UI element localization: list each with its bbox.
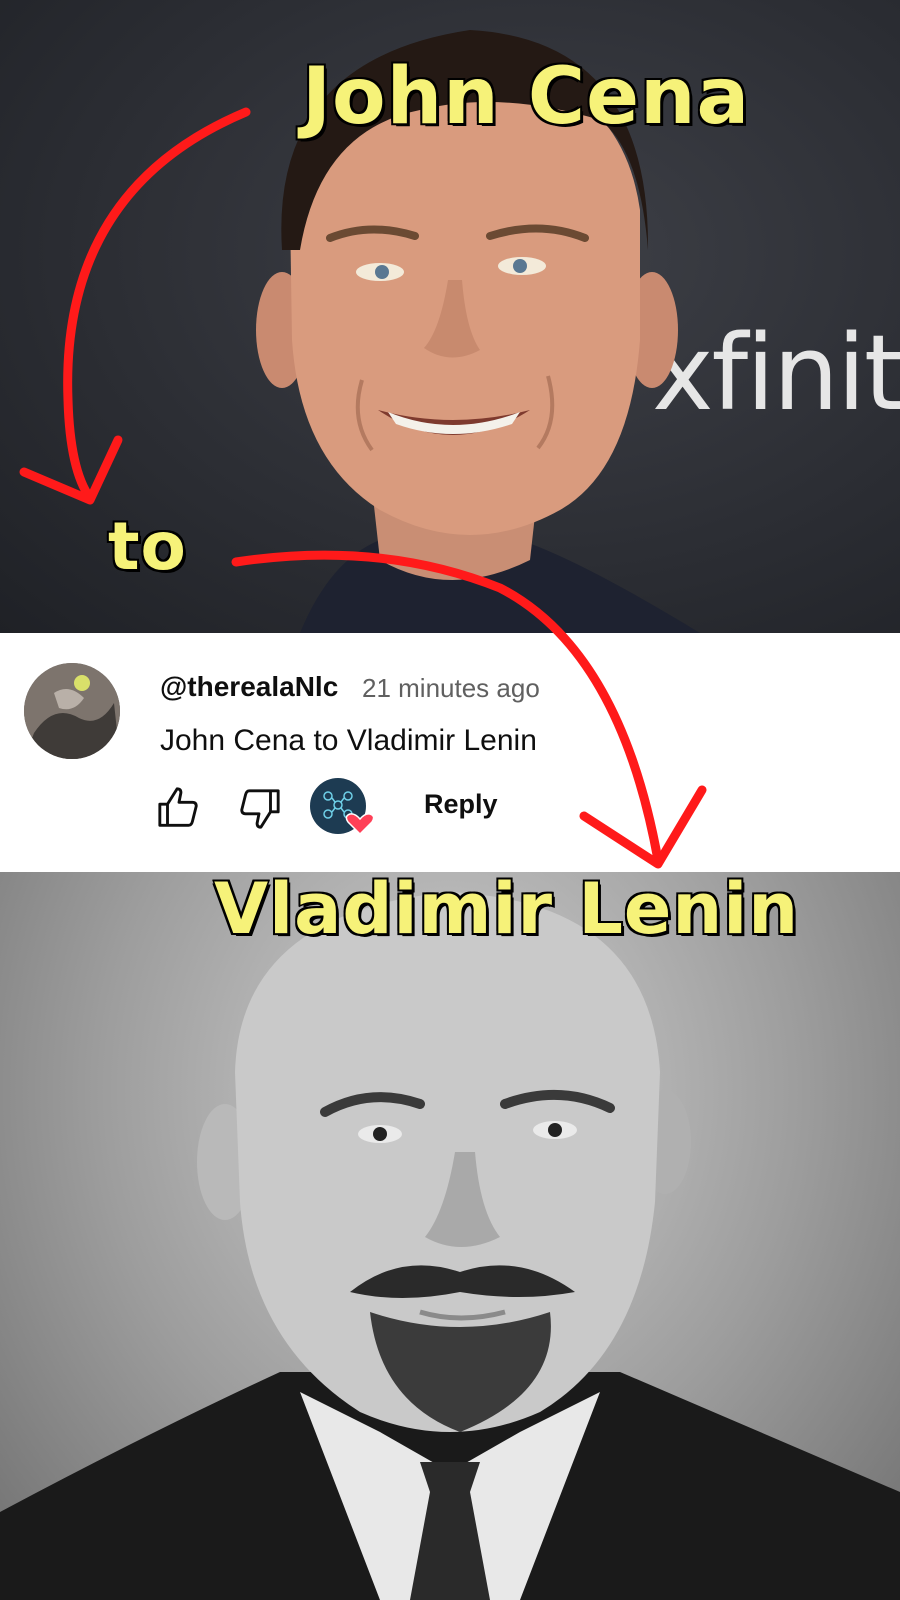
creator-heart-icon [310, 778, 375, 836]
thumbs-up-icon [158, 787, 198, 827]
comment-timestamp[interactable]: 21 minutes ago [362, 673, 540, 704]
caption-john-cena: John Cena [300, 51, 751, 144]
vladimir-lenin-photo: Vladimir Lenin [0, 872, 900, 1600]
portrait-illustration-bw [0, 892, 900, 1600]
reply-button[interactable]: Reply [424, 789, 498, 820]
caption-vladimir-lenin: Vladimir Lenin [212, 872, 800, 952]
caption-to: to [107, 507, 188, 587]
thumbs-down-icon [240, 789, 280, 829]
comment-body: John Cena to Vladimir Lenin [160, 724, 537, 757]
dislike-button[interactable] [232, 781, 286, 835]
commenter-avatar[interactable] [24, 663, 120, 759]
like-button[interactable] [152, 781, 206, 835]
creator-heart-badge[interactable] [310, 776, 375, 840]
avatar-image-icon [24, 663, 120, 759]
comment-author-handle[interactable]: @therealaNlc [160, 671, 338, 703]
john-cena-photo: xfinit John Cena to [0, 0, 900, 633]
youtube-comment-card: @therealaNlc 21 minutes ago John Cena to… [0, 633, 900, 872]
